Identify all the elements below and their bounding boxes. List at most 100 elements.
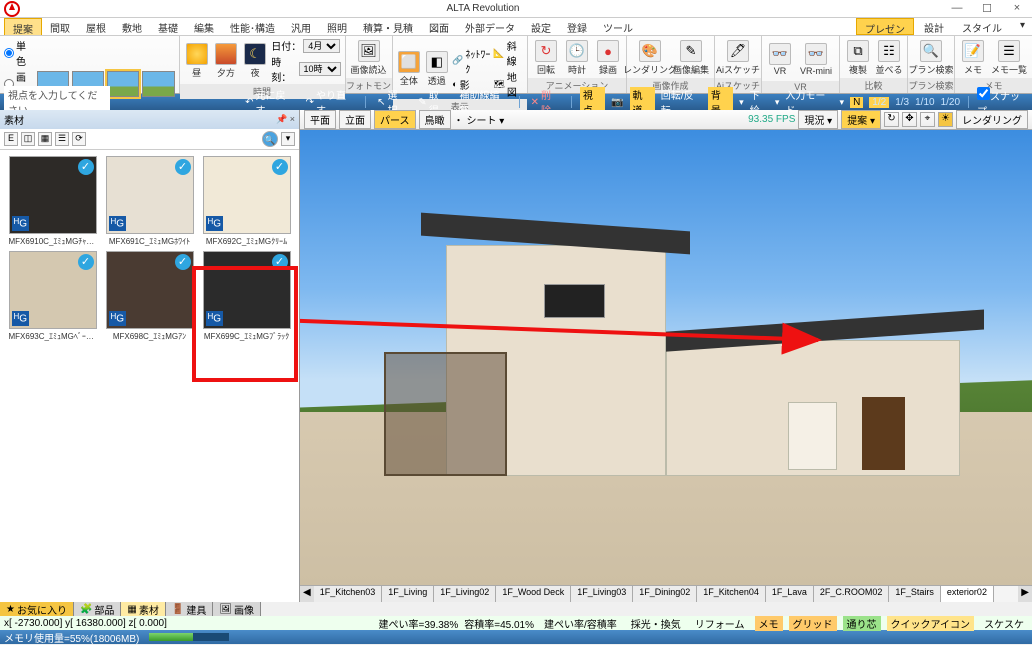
menu-tab-proposal[interactable]: 提案 — [4, 18, 42, 35]
view-bottom-tab[interactable]: 1F_Living03 — [571, 586, 633, 602]
arrange-button[interactable]: ☷並べる — [875, 40, 903, 76]
view-tab-birdseye[interactable]: 鳥瞰 — [419, 110, 451, 129]
menu-tab-general[interactable]: 汎用 — [283, 18, 319, 35]
anim-rotate-button[interactable]: ↻回転 — [532, 40, 560, 76]
vr-mini-button[interactable]: 👓VR-mini — [797, 43, 835, 76]
date-select[interactable]: 4月 — [303, 39, 340, 53]
menu-tab-floorplan[interactable]: 間取 — [42, 18, 78, 35]
n-tag[interactable]: N — [850, 97, 863, 108]
camera-icon[interactable]: 📷 — [611, 97, 623, 108]
material-item-0[interactable]: ✓HGMFX6910C_ｴﾐｭMGﾁｬｺｰﾙ — [6, 156, 99, 247]
view-tab-elevation[interactable]: 立面 — [339, 110, 371, 129]
3d-viewport[interactable] — [300, 130, 1032, 585]
view-tab-plan[interactable]: 平面 — [304, 110, 336, 129]
view-bottom-tab[interactable]: 1F_Dining02 — [633, 586, 697, 602]
view-bottom-tab[interactable]: 1F_Lava — [766, 586, 814, 602]
anim-clock-button[interactable]: 🕒時計 — [563, 40, 591, 76]
lowtab-materials[interactable]: ▦素材 — [121, 602, 165, 616]
status-quickicon[interactable]: クイックアイコン — [887, 616, 975, 631]
view-tool-target[interactable]: ⌖ — [920, 112, 935, 127]
status-grp-1[interactable]: 建ぺい率/容積率 — [540, 616, 621, 631]
frac-1-3[interactable]: 1/3 — [895, 97, 909, 108]
view-tab-sheet[interactable]: シート ▾ — [467, 112, 505, 127]
lowtab-parts[interactable]: 🧩部品 — [74, 602, 121, 616]
mat-tool-4[interactable]: ☰ — [55, 132, 69, 146]
menu-tab-tools[interactable]: ツール — [595, 18, 641, 35]
lowtab-fixtures[interactable]: 🚪建具 — [166, 602, 213, 616]
lowtab-favorite[interactable]: ★お気に入り — [0, 602, 74, 616]
view-tab-perspective[interactable]: パース — [374, 110, 416, 129]
render-button[interactable]: レンダリング — [956, 110, 1028, 129]
view-tool-sun[interactable]: ☀ — [938, 112, 953, 127]
frac-1-10[interactable]: 1/10 — [915, 97, 934, 108]
view-bottom-tab[interactable]: 1F_Kitchen03 — [314, 586, 383, 602]
window-close[interactable]: × — [1002, 2, 1032, 15]
mat-tool-2[interactable]: ◫ — [21, 132, 35, 146]
view-tool-move[interactable]: ✥ — [902, 112, 917, 127]
tab-scroll-left[interactable]: ◀ — [300, 586, 314, 602]
show-transparent-button[interactable]: ◧透過 — [424, 51, 449, 87]
ai-sketch-button[interactable]: 🖊Aiスケッチ — [719, 40, 757, 76]
view-bottom-tab[interactable]: 1F_Stairs — [889, 586, 941, 602]
menu-tab-roof[interactable]: 屋根 — [78, 18, 114, 35]
status-sukesuke[interactable]: スケスケ — [980, 616, 1028, 631]
search-icon[interactable]: 🔍 — [262, 131, 278, 147]
time-evening-button[interactable]: 夕方 — [213, 43, 239, 79]
anim-record-button[interactable]: ●録画 — [594, 40, 622, 76]
right-tab-style[interactable]: スタイル — [954, 18, 1010, 35]
status-grid[interactable]: グリッド — [789, 616, 837, 631]
status-axis[interactable]: 通り芯 — [843, 616, 881, 631]
mat-tool-1[interactable]: E — [4, 132, 18, 146]
material-item-2[interactable]: ✓HGMFX692C_ｴﾐｭMGｸﾘｰﾑ — [200, 156, 293, 247]
lowtab-images[interactable]: 🖼画像 — [213, 602, 261, 616]
view-bottom-tab[interactable]: 1F_Living — [382, 586, 434, 602]
bg-thumb-4[interactable] — [142, 71, 174, 97]
menu-tab-estimate[interactable]: 積算・見積 — [355, 18, 421, 35]
duplicate-button[interactable]: ⧉複製 — [844, 40, 872, 76]
mat-tool-3[interactable]: ▦ — [38, 132, 52, 146]
time-night-button[interactable]: ☾夜 — [242, 43, 268, 79]
view-bottom-tab[interactable]: 2F_C.ROOM02 — [814, 586, 890, 602]
time-noon-button[interactable]: 昼 — [184, 43, 210, 79]
window-minimize[interactable]: — — [942, 2, 972, 15]
view-bottom-tab[interactable]: 1F_Wood Deck — [496, 586, 571, 602]
suggest-select[interactable]: 提案 ▾ — [841, 110, 881, 129]
vr-button[interactable]: 👓VR — [766, 43, 794, 76]
view-tool-refresh[interactable]: ↻ — [884, 112, 899, 127]
bg-thumb-3[interactable] — [107, 71, 139, 97]
menu-tab-structure[interactable]: 性能･構造 — [222, 18, 283, 35]
image-edit-button[interactable]: ✎画像編集 — [672, 40, 710, 76]
material-item-4[interactable]: ✓HGMFX698C_ｴﾐｭMGｱﾝ — [103, 251, 196, 342]
memo-button[interactable]: 📝メモ — [959, 40, 987, 76]
photomon-load-button[interactable]: 🖼画像読込 — [350, 40, 388, 76]
menu-tab-edit[interactable]: 編集 — [186, 18, 222, 35]
menu-tab-drawing[interactable]: 図面 — [421, 18, 457, 35]
status-memo[interactable]: メモ — [755, 616, 783, 631]
rendering-button[interactable]: 🎨レンダリング — [631, 40, 669, 76]
right-tab-design[interactable]: 設計 — [916, 18, 952, 35]
right-tab-presen[interactable]: プレゼン — [856, 18, 914, 35]
material-item-1[interactable]: ✓HGMFX691C_ｴﾐｭMGﾎﾜｲﾄ — [103, 156, 196, 247]
material-item-5[interactable]: ✓HGMFX699C_ｴﾐｭMGﾌﾞﾗｯｸ — [200, 251, 293, 342]
status-grp-3[interactable]: リフォーム — [691, 616, 749, 631]
frac-1-20[interactable]: 1/20 — [941, 97, 960, 108]
window-maximize[interactable]: ☐ — [972, 2, 1002, 15]
menubar-dropdown[interactable]: ▾ — [1012, 18, 1028, 35]
view-bottom-tab[interactable]: 1F_Living02 — [434, 586, 496, 602]
tab-scroll-right[interactable]: ▶ — [1018, 586, 1032, 602]
show-diag-button[interactable]: 📐斜線 — [493, 38, 523, 68]
show-all-button[interactable]: ⬜全体 — [397, 51, 422, 87]
menu-tab-site[interactable]: 敷地 — [114, 18, 150, 35]
view-bottom-tab[interactable]: 1F_Kitchen04 — [697, 586, 766, 602]
menu-tab-external[interactable]: 外部データ — [457, 18, 523, 35]
memo-list-button[interactable]: ☰メモ一覧 — [990, 40, 1028, 76]
bg-solid-radio[interactable] — [4, 48, 14, 58]
panel-pin-icon[interactable]: 📌 × — [276, 114, 295, 125]
view-bottom-tab[interactable]: exterior02 — [941, 586, 994, 602]
menu-tab-settings[interactable]: 設定 — [523, 18, 559, 35]
material-item-3[interactable]: ✓HGMFX693C_ｴﾐｭMGﾍﾞｰｼﾞｭ — [6, 251, 99, 342]
menu-tab-register[interactable]: 登録 — [559, 18, 595, 35]
situation-select[interactable]: 現況 ▾ — [798, 110, 838, 129]
frac-1-2[interactable]: 1/2 — [869, 97, 889, 108]
menu-tab-lighting[interactable]: 照明 — [319, 18, 355, 35]
